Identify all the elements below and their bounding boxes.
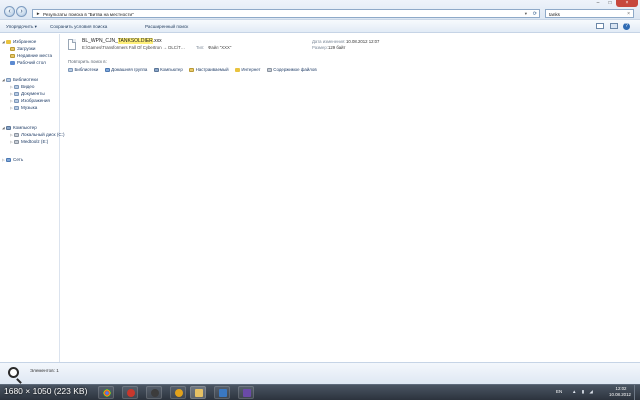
recent-places-icon xyxy=(10,53,15,58)
search-input-value[interactable]: tanks xyxy=(549,12,560,17)
language-indicator[interactable]: EN xyxy=(556,389,562,394)
result-date-label: Дата изменения: xyxy=(312,39,346,44)
file-contents-icon xyxy=(266,67,272,72)
documents-library-icon xyxy=(14,91,19,96)
file-icon xyxy=(68,39,76,50)
nav-computer[interactable]: ◢ Компьютер xyxy=(2,124,62,131)
drive-icon xyxy=(14,132,19,137)
search-again-custom[interactable]: Настраиваемый xyxy=(189,66,229,73)
drive-icon xyxy=(14,139,19,144)
address-bar[interactable]: ► Результаты поиска в "Битва на местност… xyxy=(32,9,540,18)
search-again-label: Повторить поиск в: xyxy=(68,59,107,64)
network-icon xyxy=(6,157,11,162)
nav-item-music[interactable]: ▷ Музыка xyxy=(10,104,70,111)
nav-network[interactable]: ▷ Сеть xyxy=(2,156,62,163)
help-icon[interactable]: ? xyxy=(623,22,630,30)
item-count: Элементов: 1 xyxy=(30,368,59,373)
nav-item-desktop[interactable]: Рабочий стол xyxy=(10,59,70,66)
preview-pane-icon[interactable] xyxy=(610,23,618,29)
taskbar xyxy=(0,384,640,400)
image-info-overlay: 1680 × 1050 (223 KB) xyxy=(4,386,88,396)
breadcrumb[interactable]: Результаты поиска в "Битва на местности" xyxy=(43,12,134,17)
change-view-icon[interactable] xyxy=(596,23,604,29)
clock-date[interactable]: 10.08.2012 xyxy=(609,392,631,397)
advanced-search-button[interactable]: Расширенный поиск xyxy=(145,24,188,29)
close-button[interactable]: × xyxy=(616,0,638,7)
desktop-icon xyxy=(10,60,15,65)
taskbar-app-red[interactable] xyxy=(122,386,138,399)
result-date: 10.08.2012 12:07 xyxy=(346,39,380,44)
taskbar-app-dark[interactable] xyxy=(146,386,162,399)
nav-libraries[interactable]: ◢ Библиотеки xyxy=(2,76,62,83)
command-bar: Упорядочить ▾ Сохранить условия поиска Р… xyxy=(0,20,640,33)
search-again-file-contents[interactable]: Содержимое файлов xyxy=(266,66,317,73)
nav-item-pictures[interactable]: ▷ Изображения xyxy=(10,97,70,104)
pictures-library-icon xyxy=(14,98,19,103)
maximize-button[interactable]: □ xyxy=(604,0,616,7)
libraries-icon xyxy=(6,77,11,82)
minimize-button[interactable]: – xyxy=(592,0,604,7)
search-term-highlight: TANKSOLDIER xyxy=(117,38,153,44)
address-dropdown-icon[interactable]: ▾ xyxy=(525,11,527,17)
computer-icon xyxy=(6,125,11,130)
search-again-homegroup[interactable]: Домашняя группа xyxy=(104,66,147,73)
search-input[interactable]: tanks × xyxy=(545,9,634,18)
search-again-libraries[interactable]: Библиотеки xyxy=(68,66,98,73)
result-size-label: Размер: xyxy=(312,45,328,50)
folder-icon xyxy=(195,389,203,397)
show-desktop-button[interactable] xyxy=(634,385,640,400)
dark-app-icon xyxy=(151,389,159,397)
homegroup-icon xyxy=(104,67,110,72)
refresh-icon[interactable]: ⟳ xyxy=(533,11,537,17)
nav-item-downloads[interactable]: Загрузки xyxy=(10,45,70,52)
search-magnifier-icon xyxy=(8,367,19,378)
custom-folder-icon xyxy=(189,67,195,72)
internet-icon xyxy=(234,67,240,72)
nav-item-drive-e[interactable]: ▷ Medtoolz (E:) xyxy=(10,138,70,145)
music-library-icon xyxy=(14,105,19,110)
details-pane: Элементов: 1 xyxy=(0,362,640,384)
taskbar-app-purple[interactable] xyxy=(238,386,254,399)
purple-app-icon xyxy=(243,389,251,397)
video-library-icon xyxy=(14,84,19,89)
orange-app-icon xyxy=(175,389,183,397)
breadcrumb-arrow-icon[interactable]: ► xyxy=(36,11,40,16)
explorer-window: ‹ › ► Результаты поиска в "Битва на мест… xyxy=(0,0,640,384)
forward-button[interactable]: › xyxy=(16,6,27,17)
libraries-icon xyxy=(68,67,73,72)
taskbar-chrome[interactable] xyxy=(98,386,114,399)
navigation-pane: ◢ Избранное Загрузки Недавние места Рабоч… xyxy=(0,34,64,362)
red-app-icon xyxy=(127,389,135,397)
star-icon xyxy=(6,39,11,44)
nav-favorites[interactable]: ◢ Избранное xyxy=(2,38,62,45)
search-again-list: Библиотеки Домашняя группа Компьютер Нас… xyxy=(68,66,322,73)
clear-search-icon[interactable]: × xyxy=(627,11,630,17)
organize-button[interactable]: Упорядочить ▾ xyxy=(6,24,37,30)
result-type-label: Тип: xyxy=(196,45,205,50)
taskbar-app-blue[interactable] xyxy=(214,386,230,399)
search-again-computer[interactable]: Компьютер xyxy=(153,66,183,73)
nav-item-drive-c[interactable]: ▷ Локальный диск (C:) xyxy=(10,131,70,138)
blue-app-icon xyxy=(219,389,227,397)
nav-item-video[interactable]: ▷ Видео xyxy=(10,83,70,90)
result-file-name[interactable]: BL_WPN_CJN_TANKSOLDIER.xxx xyxy=(82,38,162,44)
address-bar-region: ‹ › ► Результаты поиска в "Битва на мест… xyxy=(0,0,640,20)
clock-time[interactable]: 12:02 xyxy=(613,386,629,391)
taskbar-app-orange[interactable] xyxy=(170,386,186,399)
back-button[interactable]: ‹ xyxy=(4,6,15,17)
result-path: E:\Games\Transformers Fall Of Cybertron … xyxy=(82,45,185,50)
downloads-folder-icon xyxy=(10,46,15,51)
search-result-item[interactable]: BL_WPN_CJN_TANKSOLDIER.xxx E:\Games\Tran… xyxy=(68,38,568,56)
save-search-button[interactable]: Сохранить условия поиска xyxy=(50,24,107,29)
chrome-icon xyxy=(103,389,111,397)
nav-item-documents[interactable]: ▷ Документы xyxy=(10,90,70,97)
result-type: Файл "XXX" xyxy=(208,45,232,50)
search-again-internet[interactable]: Интернет xyxy=(234,66,261,73)
nav-item-recent[interactable]: Недавние места xyxy=(10,52,70,59)
tray-icons[interactable]: ▲ ▮ ◢ xyxy=(572,389,595,395)
computer-icon xyxy=(153,67,159,72)
result-size: 129 байт xyxy=(328,45,346,50)
taskbar-explorer[interactable] xyxy=(190,386,206,399)
